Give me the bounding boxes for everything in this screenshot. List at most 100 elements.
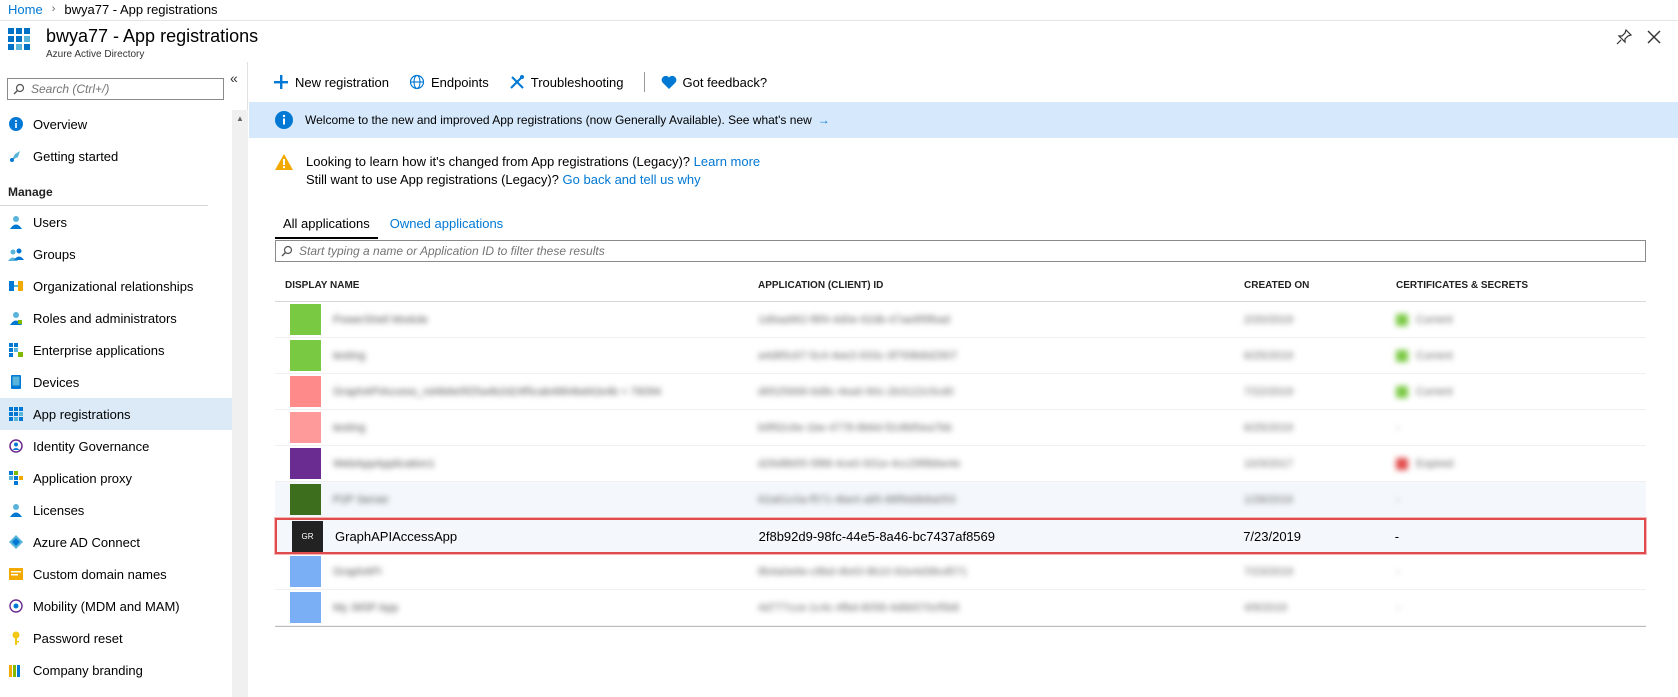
sidebar-item-azure-ad-connect[interactable]: Azure AD Connect (0, 526, 232, 558)
key-icon (8, 630, 24, 646)
app-certificates-status: Current (1396, 313, 1646, 326)
table-row[interactable]: My 365P App 4d777cce-1c4c-4fbd-8058-4d6b5… (275, 590, 1646, 626)
page-subtitle: Azure Active Directory (46, 49, 145, 60)
learn-more-link[interactable]: Learn more (694, 154, 760, 169)
sidebar-item-roles-and-administrators[interactable]: Roles and administrators (0, 302, 232, 334)
device-icon (8, 374, 24, 390)
sidebar-item-custom-domain-names[interactable]: Custom domain names (0, 558, 232, 590)
app-avatar (290, 448, 321, 479)
app-proxy-icon (8, 470, 24, 486)
app-name[interactable]: WebAppApplication1 (333, 458, 435, 470)
app-avatar (290, 556, 321, 587)
collapse-sidebar-icon[interactable]: « (230, 70, 238, 86)
breadcrumb-current: bwya77 - App registrations (64, 1, 218, 17)
sidebar-item-label: Application proxy (33, 470, 132, 486)
app-created-on: 7/23/2019 (1243, 528, 1302, 544)
sidebar-item-application-proxy[interactable]: Application proxy (0, 462, 232, 494)
app-name[interactable]: GraphAPIAccessApp (335, 529, 457, 544)
table-row[interactable]: PowerShell Module 1d6aa962-f8f4-4d0e-92db… (275, 302, 1646, 338)
blade-header: bwya77 - App registrations Azure Active … (0, 20, 1678, 62)
filter-box[interactable] (275, 240, 1646, 262)
sidebar-item-company-branding[interactable]: Company branding (0, 654, 232, 686)
app-name[interactable]: My 365P App (333, 602, 398, 614)
app-certificates-status: Current (1396, 349, 1646, 362)
legacy-line2: Still want to use App registrations (Leg… (306, 172, 559, 187)
sidebar-item-users[interactable]: Users (0, 206, 232, 238)
sidebar-item-label: Identity Governance (33, 438, 150, 454)
sidebar-item-mobility[interactable]: Mobility (MDM and MAM) (0, 590, 232, 622)
status-dot-icon (1396, 457, 1408, 470)
org-relationships-icon (8, 278, 24, 294)
table-row[interactable]: GraphAPI 8b4a0e6e-c8bd-4b43-9b10-92e4d38c… (275, 554, 1646, 590)
heart-icon (661, 75, 676, 89)
app-created-on: 1/28/2019 (1244, 493, 1293, 506)
app-created-on: 4/9/2019 (1244, 601, 1287, 614)
close-icon[interactable] (1646, 29, 1662, 45)
table-row[interactable]: WebAppApplication1 d26d8b55-5f88-4ce0-931… (275, 446, 1646, 482)
app-name[interactable]: testing (333, 422, 365, 434)
app-name[interactable]: P2P Server (333, 494, 389, 506)
tab-all-applications[interactable]: All applications (275, 216, 378, 239)
warning-icon (275, 154, 293, 170)
sidebar-item-enterprise-applications[interactable]: Enterprise applications (0, 334, 232, 366)
sidebar-section-manage: Manage (0, 172, 208, 206)
sidebar-search-input[interactable] (31, 82, 221, 96)
filter-input[interactable] (299, 244, 1599, 258)
tab-owned-applications[interactable]: Owned applications (382, 216, 511, 239)
app-client-id: 4d777cce-1c4c-4fbd-8058-4d6b570cf5b8 (758, 601, 960, 614)
table-row-graphapiaccessapp[interactable]: GR GraphAPIAccessApp 2f8b92d9-98fc-44e5-… (275, 518, 1646, 554)
sidebar-item-label: Overview (33, 116, 88, 132)
search-icon (281, 245, 293, 257)
sidebar-item-label: Groups (33, 246, 76, 262)
identity-governance-icon (8, 438, 24, 454)
table-row[interactable]: testing a4d85c67-5c4-4ee3-933c-3f769b8d29… (275, 338, 1646, 374)
table-row[interactable]: GraphAPIAccess_nd4b6e5f25a4b2d24f5cab486… (275, 374, 1646, 410)
scroll-up-icon[interactable]: ▲ (236, 114, 244, 123)
breadcrumb-home-link[interactable]: Home (8, 2, 43, 17)
app-registrations-grid-icon (8, 28, 30, 50)
app-certificates-status: - (1396, 421, 1400, 434)
sidebar-item-organizational-relationships[interactable]: Organizational relationships (0, 270, 232, 302)
sidebar-nav: Overview Getting started Manage Users Gr… (0, 108, 232, 686)
endpoints-button[interactable]: Endpoints (409, 74, 489, 90)
sidebar-scrollbar[interactable] (232, 110, 248, 697)
table-row[interactable]: testing b9f92c6e-1be-4778-8b6d-f2c8bf0ea7… (275, 410, 1646, 446)
column-created-on[interactable]: CREATED ON (1244, 280, 1396, 291)
sidebar-item-devices[interactable]: Devices (0, 366, 232, 398)
sidebar-search[interactable] (7, 78, 224, 100)
app-certificates-status: - (1394, 528, 1400, 544)
status-dot-icon (1396, 313, 1408, 326)
sidebar-item-password-reset[interactable]: Password reset (0, 622, 232, 654)
new-registration-button[interactable]: New registration (273, 74, 389, 90)
app-name[interactable]: GraphAPI (333, 566, 381, 578)
sidebar-item-label: Password reset (33, 630, 123, 646)
feedback-button[interactable]: Got feedback? (661, 75, 767, 90)
info-banner[interactable]: Welcome to the new and improved App regi… (249, 102, 1678, 138)
sidebar-item-identity-governance[interactable]: Identity Governance (0, 430, 232, 462)
troubleshooting-button[interactable]: Troubleshooting (509, 74, 624, 90)
sidebar-item-groups[interactable]: Groups (0, 238, 232, 270)
app-name[interactable]: GraphAPIAccess_nd4b6e5f25a4b2d24f5cab486… (333, 386, 661, 398)
applications-table: DISPLAY NAME APPLICATION (CLIENT) ID CRE… (275, 270, 1646, 627)
column-certificates-secrets[interactable]: CERTIFICATES & SECRETS (1396, 280, 1646, 291)
column-display-name[interactable]: DISPLAY NAME (275, 280, 758, 291)
app-created-on: 10/3/2017 (1244, 457, 1293, 470)
sidebar-item-overview[interactable]: Overview (0, 108, 232, 140)
info-icon (8, 116, 24, 132)
app-created-on: 6/25/2019 (1244, 349, 1293, 362)
pin-icon[interactable] (1616, 29, 1632, 45)
app-avatar: GR (292, 520, 323, 552)
sidebar-item-app-registrations[interactable]: App registrations (0, 398, 232, 430)
sidebar-item-getting-started[interactable]: Getting started (0, 140, 232, 172)
app-certificates-status: - (1396, 601, 1400, 614)
go-back-link[interactable]: Go back and tell us why (563, 172, 701, 187)
app-registrations-icon (8, 406, 24, 422)
table-row[interactable]: P2P Server 62a61c0a-f571-4be4-a85-88f9ddb… (275, 482, 1646, 518)
app-name[interactable]: testing (333, 350, 365, 362)
column-application-id[interactable]: APPLICATION (CLIENT) ID (758, 280, 1244, 291)
app-name[interactable]: PowerShell Module (333, 314, 428, 326)
app-certificates-status: Expired (1396, 457, 1646, 470)
page-title: bwya77 - App registrations (46, 26, 259, 46)
sidebar-item-licenses[interactable]: Licenses (0, 494, 232, 526)
legacy-line1: Looking to learn how it's changed from A… (306, 154, 691, 169)
